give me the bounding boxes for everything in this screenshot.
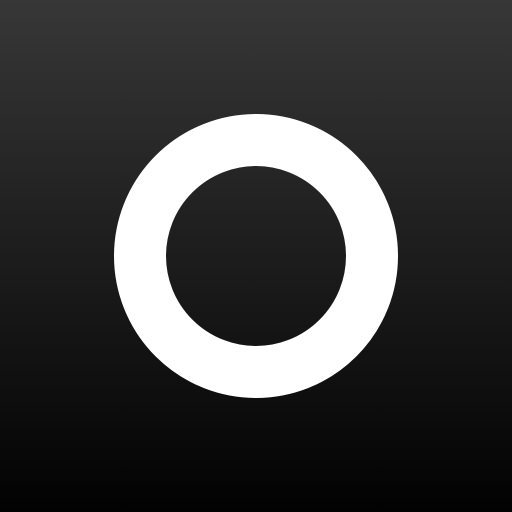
app-icon-artwork [0,0,512,512]
icon-background [0,0,512,512]
app-icon [0,0,512,512]
